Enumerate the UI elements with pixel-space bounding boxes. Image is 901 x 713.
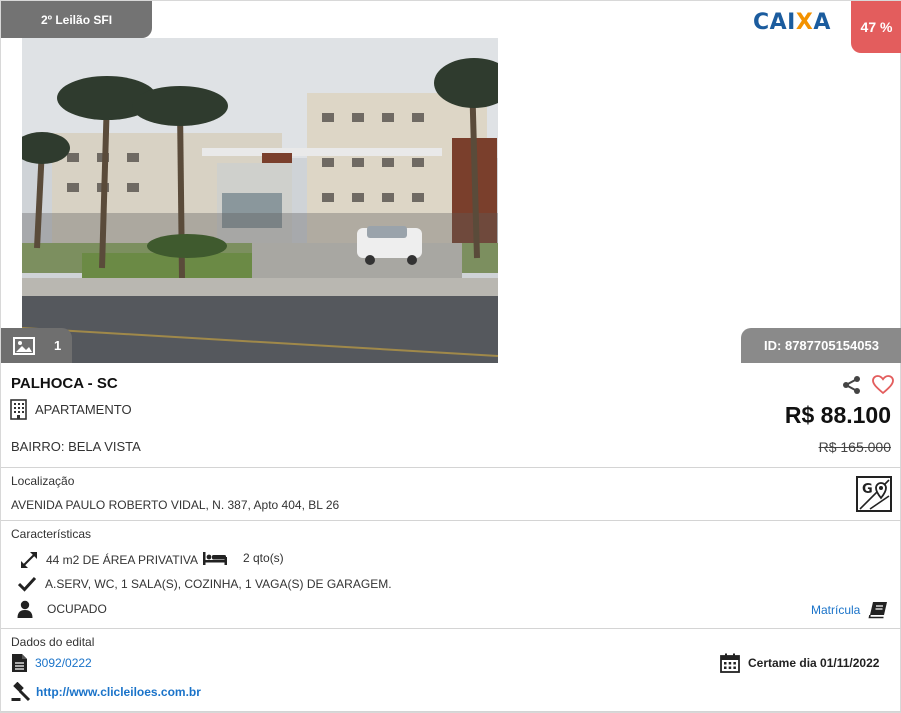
gavel-icon: [11, 682, 31, 702]
logo-text-left: CAI: [753, 10, 796, 35]
current-price: R$ 88.100: [784, 402, 891, 428]
listing-id-badge: ID: 8787705154053: [741, 328, 901, 363]
divider: [1, 628, 901, 629]
auction-date: Certame dia 01/11/2022: [720, 653, 879, 673]
divider: [1, 467, 901, 468]
photo-count-button[interactable]: 1: [1, 328, 72, 363]
book-icon: [868, 602, 888, 619]
listing-card: 2º Leilão SFI CAIXA 47 % 1 ID: 878770515…: [0, 0, 901, 713]
auctioneer-website-link[interactable]: http://www.clicleiloes.com.br: [36, 685, 201, 699]
document-icon: [12, 654, 27, 672]
map-location-icon[interactable]: G: [856, 476, 892, 512]
divider: [1, 711, 901, 712]
auction-date-label: Certame dia 01/11/2022: [748, 656, 880, 670]
image-icon: [13, 336, 35, 355]
check-icon: [18, 576, 36, 592]
property-photo[interactable]: [22, 38, 498, 363]
caixa-logo: CAIXA: [753, 10, 831, 35]
divider: [1, 520, 901, 521]
bed-icon: [203, 552, 227, 565]
registry-link-label[interactable]: Matrícula: [811, 603, 860, 617]
bedrooms-feature: 2 qto(s): [202, 550, 284, 566]
svg-text:G: G: [862, 482, 873, 497]
rooms-label: A.SERV, WC, 1 SALA(S), COZINHA, 1 VAGA(S…: [45, 577, 392, 591]
user-icon: [17, 600, 33, 618]
occupancy-feature: OCUPADO: [17, 600, 107, 618]
building-icon: [10, 399, 27, 420]
address-text: AVENIDA PAULO ROBERTO VIDAL, N. 387, Apt…: [11, 498, 340, 512]
logo-text-x: X: [795, 10, 814, 35]
registry-link[interactable]: Matrícula: [811, 601, 888, 619]
area-label: 44 m2 DE ÁREA PRIVATIVA: [46, 553, 199, 567]
edital-number[interactable]: 3092/0222: [11, 653, 92, 673]
property-type: APARTAMENTO: [10, 399, 132, 420]
edital-section-title: Dados do edital: [11, 635, 95, 649]
logo-text-right: A: [813, 10, 831, 35]
rooms-feature: A.SERV, WC, 1 SALA(S), COZINHA, 1 VAGA(S…: [18, 576, 392, 592]
expand-arrows-icon: [21, 552, 37, 568]
calendar-icon: [720, 653, 740, 673]
photo-count-value: 1: [54, 338, 62, 353]
location-section-title: Localização: [11, 474, 75, 488]
original-price: R$ 165.000: [818, 439, 891, 455]
features-section-title: Características: [11, 527, 92, 541]
area-feature: 44 m2 DE ÁREA PRIVATIVA: [19, 550, 198, 570]
share-icon[interactable]: [842, 375, 862, 395]
occupancy-label: OCUPADO: [47, 602, 107, 616]
discount-badge: 47 %: [851, 1, 901, 53]
edital-number-link[interactable]: 3092/0222: [35, 656, 92, 670]
auctioneer-website[interactable]: http://www.clicleiloes.com.br: [11, 682, 201, 702]
bedrooms-label: 2 qto(s): [243, 551, 284, 565]
neighborhood: BAIRRO: BELA VISTA: [11, 439, 141, 454]
auction-round-badge: 2º Leilão SFI: [1, 1, 152, 38]
favorite-heart-icon[interactable]: [872, 375, 894, 395]
property-type-label: APARTAMENTO: [35, 402, 132, 417]
city-title: PALHOCA - SC: [11, 375, 118, 392]
